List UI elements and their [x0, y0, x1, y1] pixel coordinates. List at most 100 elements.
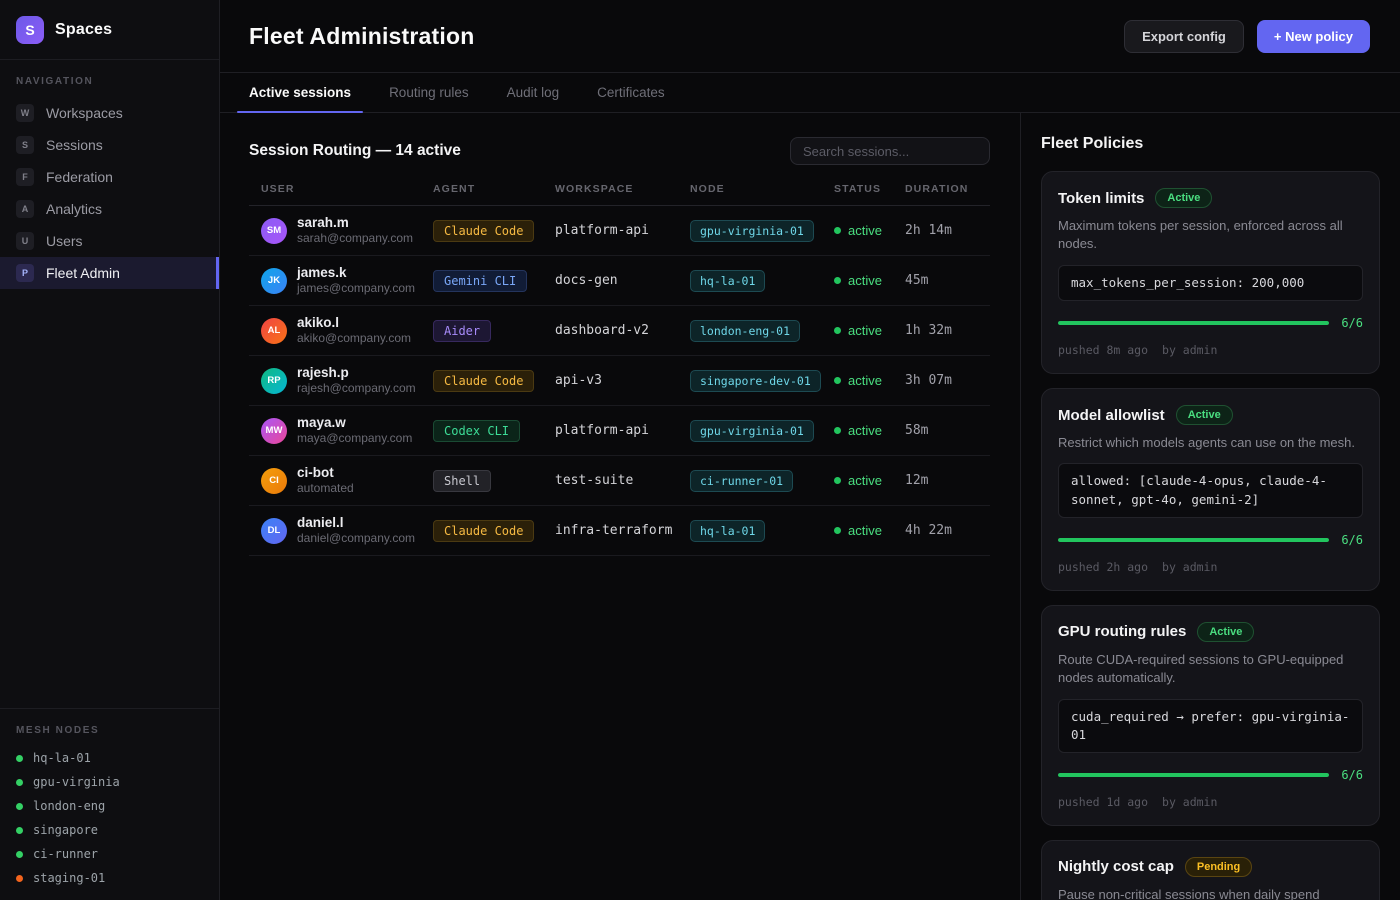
progress-label: 6/6 — [1341, 316, 1363, 330]
avatar: DL — [261, 518, 287, 544]
sidebar-item-sessions[interactable]: S Sessions — [0, 129, 219, 161]
table-row[interactable]: JKjames.kjames@company.comGemini CLI docs… — [249, 256, 990, 306]
mesh-node-london-eng: london-eng — [0, 794, 219, 818]
policy-card[interactable]: Model allowlistActiveRestrict which mode… — [1041, 388, 1380, 591]
node-badge: gpu-virginia-01 — [690, 420, 814, 442]
user-email: automated — [297, 481, 354, 496]
policy-pushed-by: by admin — [1162, 560, 1217, 574]
status-cell: active — [834, 523, 905, 538]
user-cell: ALakiko.lakiko@company.com — [249, 315, 433, 347]
table-row[interactable]: ALakiko.lakiko@company.comAiderdashboard… — [249, 306, 990, 356]
fleet-admin-icon: P — [16, 264, 34, 282]
sessions-icon: S — [16, 136, 34, 154]
policy-description: Restrict which models agents can use on … — [1058, 434, 1363, 452]
workspace-cell: docs-gen — [555, 273, 690, 288]
agent-badge: Claude Code — [433, 220, 534, 242]
status-text: active — [848, 473, 882, 488]
node-badge: ci-runner-01 — [690, 470, 793, 492]
tab-certificates[interactable]: Certificates — [581, 73, 681, 112]
table-row[interactable]: CIci-botautomatedShelltest-suiteci-runne… — [249, 456, 990, 506]
user-email: daniel@company.com — [297, 531, 415, 546]
workspace-cell: test-suite — [555, 473, 690, 488]
policy-card[interactable]: GPU routing rulesActiveRoute CUDA-requir… — [1041, 605, 1380, 826]
mesh-node-singapore: singapore — [0, 818, 219, 842]
policy-status-badge: Active — [1197, 622, 1254, 642]
node-status-dot — [16, 827, 23, 834]
page-header: Fleet Administration Export config + New… — [220, 0, 1400, 73]
avatar: AL — [261, 318, 287, 344]
brand-name: Spaces — [55, 21, 112, 39]
column-header-agent: Agent — [433, 183, 555, 195]
table-row[interactable]: MWmaya.wmaya@company.comCodex CLI platfor… — [249, 406, 990, 456]
policy-pushed-time: pushed 8m ago — [1058, 343, 1148, 357]
sidebar-item-analytics[interactable]: A Analytics — [0, 193, 219, 225]
table-row[interactable]: DLdaniel.ldaniel@company.comClaude Codei… — [249, 506, 990, 556]
progress-track — [1058, 773, 1329, 777]
agent-badge: Gemini CLI — [433, 270, 527, 292]
sidebar-item-label: Analytics — [46, 201, 102, 217]
workspace-cell: api-v3 — [555, 373, 690, 388]
export-config-button[interactable]: Export config — [1124, 20, 1244, 53]
analytics-icon: A — [16, 200, 34, 218]
user-email: james@company.com — [297, 281, 415, 296]
tab-routing-rules[interactable]: Routing rules — [373, 73, 485, 112]
status-dot-icon — [834, 377, 841, 384]
sidebar-item-label: Users — [46, 233, 83, 249]
tab-bar: Active sessions Routing rules Audit log … — [220, 73, 1400, 113]
policy-footer: pushed 2h ago by admin — [1058, 560, 1363, 574]
node-badge: gpu-virginia-01 — [690, 220, 814, 242]
duration-cell: 45m — [905, 273, 990, 288]
status-dot-icon — [834, 477, 841, 484]
user-name: maya.w — [297, 415, 412, 432]
avatar: CI — [261, 468, 287, 494]
column-header-user: User — [249, 183, 433, 195]
status-text: active — [848, 223, 882, 238]
workspace-cell: platform-api — [555, 423, 690, 438]
session-routing-title: Session Routing — 14 active — [249, 142, 461, 160]
table-row[interactable]: SMsarah.msarah@company.comClaude Codepla… — [249, 206, 990, 256]
sidebar-item-fleet-admin[interactable]: P Fleet Admin — [0, 257, 219, 289]
policy-code: cuda_required → prefer: gpu-virginia-01 — [1058, 699, 1363, 753]
session-routing-panel: Session Routing — 14 active User Agent W… — [220, 113, 1020, 900]
fleet-policies-panel: Fleet Policies Token limitsActiveMaximum… — [1020, 113, 1400, 900]
policy-status-badge: Active — [1155, 188, 1212, 208]
rollout-progress: 6/6 — [1058, 316, 1363, 330]
search-input[interactable] — [790, 137, 990, 165]
duration-cell: 1h 32m — [905, 323, 990, 338]
policy-pushed-time: pushed 2h ago — [1058, 560, 1148, 574]
status-cell: active — [834, 323, 905, 338]
sidebar-item-users[interactable]: U Users — [0, 225, 219, 257]
policy-pushed-time: pushed 1d ago — [1058, 795, 1148, 809]
new-policy-button[interactable]: + New policy — [1257, 20, 1370, 53]
sidebar-item-label: Sessions — [46, 137, 103, 153]
tab-audit-log[interactable]: Audit log — [491, 73, 576, 112]
sidebar-item-workspaces[interactable]: W Workspaces — [0, 97, 219, 129]
nav-section-label: NAVIGATION — [0, 60, 219, 97]
user-name: sarah.m — [297, 215, 413, 232]
status-text: active — [848, 523, 882, 538]
status-text: active — [848, 323, 882, 338]
table-row[interactable]: RPrajesh.prajesh@company.comClaude Codea… — [249, 356, 990, 406]
policy-status-badge: Pending — [1185, 857, 1252, 877]
user-name: daniel.l — [297, 515, 415, 532]
policy-card[interactable]: Token limitsActiveMaximum tokens per ses… — [1041, 171, 1380, 374]
policy-description: Pause non-critical sessions when daily s… — [1058, 886, 1363, 900]
user-cell: MWmaya.wmaya@company.com — [249, 415, 433, 447]
mesh-node-hq-la-01: hq-la-01 — [0, 746, 219, 770]
sidebar-item-federation[interactable]: F Federation — [0, 161, 219, 193]
policy-code: allowed: [claude-4-opus, claude-4-sonnet… — [1058, 463, 1363, 517]
status-dot-icon — [834, 527, 841, 534]
avatar: RP — [261, 368, 287, 394]
status-text: active — [848, 273, 882, 288]
agent-badge: Codex CLI — [433, 420, 520, 442]
user-cell: JKjames.kjames@company.com — [249, 265, 433, 297]
policy-name: GPU routing rules — [1058, 623, 1186, 640]
status-text: active — [848, 373, 882, 388]
node-status-dot — [16, 803, 23, 810]
tab-active-sessions[interactable]: Active sessions — [233, 73, 367, 112]
workspace-cell: platform-api — [555, 223, 690, 238]
duration-cell: 3h 07m — [905, 373, 990, 388]
user-email: sarah@company.com — [297, 231, 413, 246]
policy-card[interactable]: Nightly cost capPendingPause non-critica… — [1041, 840, 1380, 900]
node-badge: singapore-dev-01 — [690, 370, 821, 392]
